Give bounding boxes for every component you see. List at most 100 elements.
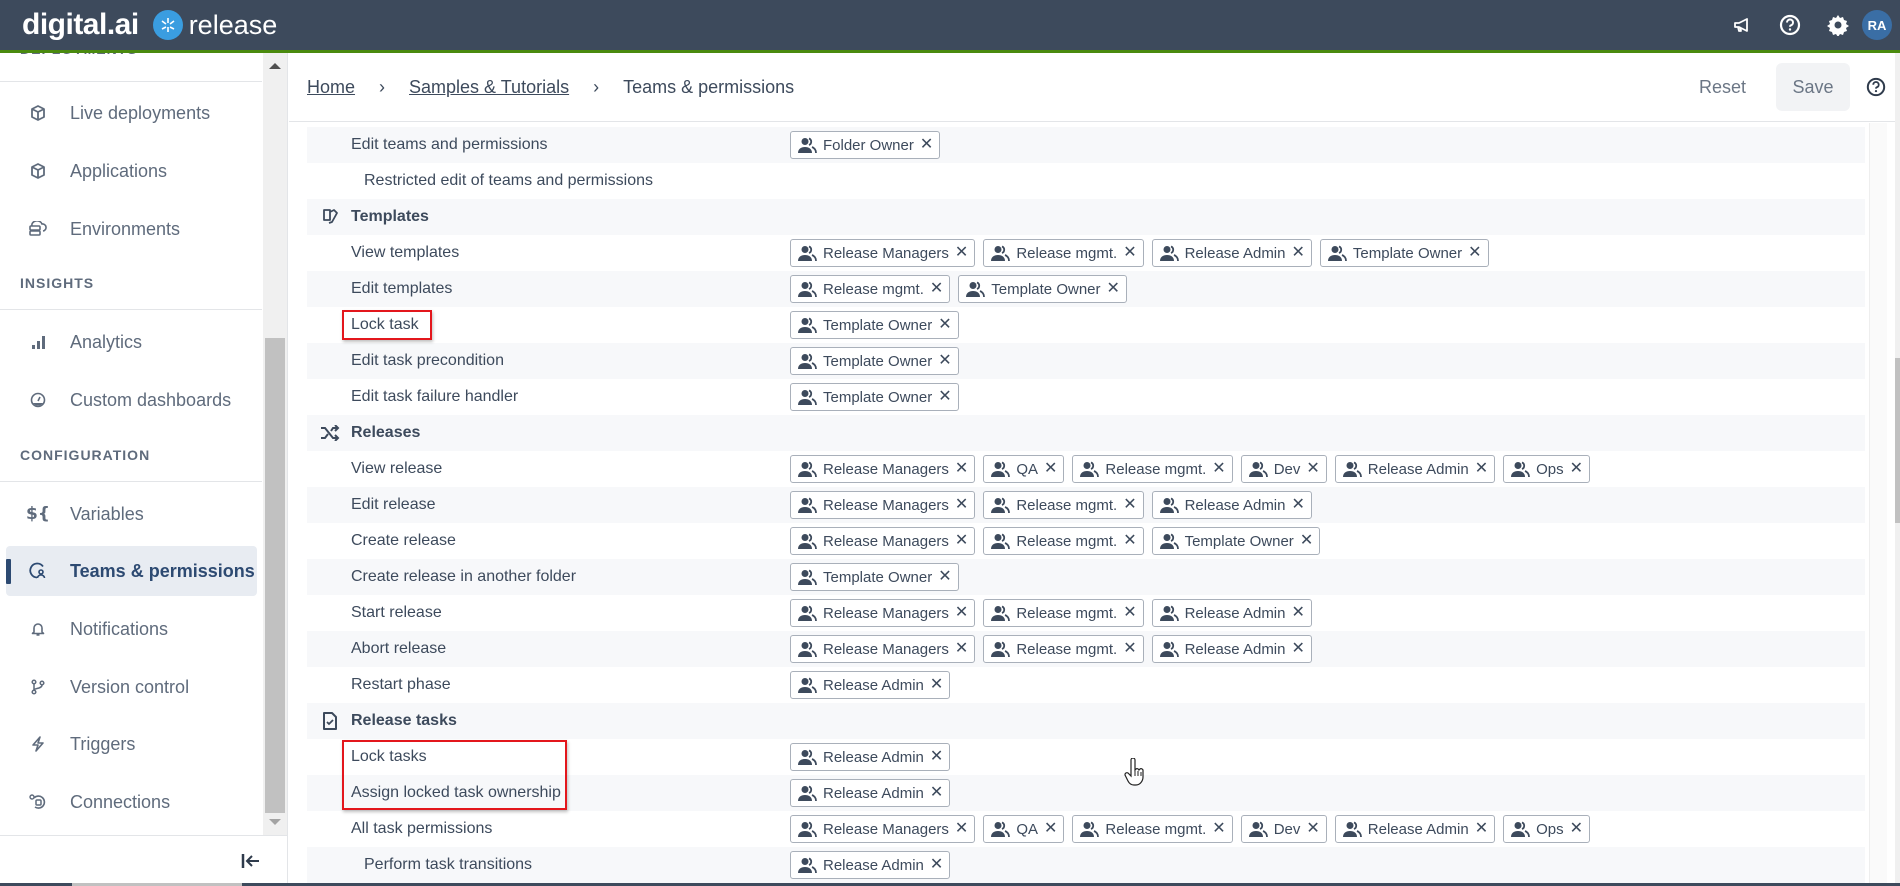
remove-team-icon[interactable]: ✕	[930, 749, 943, 765]
team-chip[interactable]: Release Admin ✕	[1334, 455, 1496, 483]
remove-team-icon[interactable]: ✕	[955, 641, 968, 657]
team-chips[interactable]: Template Owner ✕	[790, 383, 959, 411]
reset-button[interactable]: Reset	[1679, 63, 1766, 111]
remove-team-icon[interactable]: ✕	[955, 533, 968, 549]
team-chips[interactable]: Release Managers ✕ QA ✕ Release mgmt. ✕ Dev ✕ Re…	[790, 815, 1591, 843]
team-chip[interactable]: Release Managers ✕	[790, 527, 976, 555]
team-chip[interactable]: Release mgmt. ✕	[1072, 815, 1233, 843]
team-chip[interactable]: Release Managers ✕	[790, 815, 976, 843]
sidebar-item-live-deployments[interactable]: Live deployments	[6, 88, 257, 138]
team-chip[interactable]: Release Admin ✕	[790, 743, 951, 771]
team-chip[interactable]: Folder Owner ✕	[790, 131, 941, 159]
team-chips[interactable]: Release Managers ✕ Release mgmt. ✕ Release A…	[790, 635, 1312, 663]
team-chip[interactable]: Release Admin ✕	[790, 671, 951, 699]
help-icon[interactable]	[1766, 0, 1814, 50]
team-chips[interactable]: Template Owner ✕	[790, 563, 959, 591]
remove-team-icon[interactable]: ✕	[955, 497, 968, 513]
team-chip[interactable]: Release Managers ✕	[790, 239, 976, 267]
remove-team-icon[interactable]: ✕	[1306, 821, 1319, 837]
team-chip[interactable]: Release mgmt. ✕	[983, 635, 1144, 663]
team-chip[interactable]: QA ✕	[983, 455, 1065, 483]
remove-team-icon[interactable]: ✕	[930, 785, 943, 801]
scroll-up-arrow-icon[interactable]	[269, 63, 281, 69]
remove-team-icon[interactable]: ✕	[1468, 245, 1481, 261]
team-chips[interactable]: Template Owner ✕	[790, 347, 959, 375]
team-chip[interactable]: Dev ✕	[1240, 815, 1327, 843]
remove-team-icon[interactable]: ✕	[1475, 821, 1488, 837]
scroll-down-arrow-icon[interactable]	[269, 819, 281, 825]
team-chip[interactable]: Template Owner ✕	[958, 275, 1127, 303]
team-chip[interactable]: Release mgmt. ✕	[790, 275, 951, 303]
team-chip[interactable]: Release mgmt. ✕	[1072, 455, 1233, 483]
remove-team-icon[interactable]: ✕	[1044, 821, 1057, 837]
team-chips[interactable]: Release Admin ✕	[790, 779, 951, 807]
remove-team-icon[interactable]: ✕	[1044, 461, 1057, 477]
remove-team-icon[interactable]: ✕	[1292, 605, 1305, 621]
remove-team-icon[interactable]: ✕	[1292, 245, 1305, 261]
team-chips[interactable]: Release Managers ✕ QA ✕ Release mgmt. ✕ Dev ✕ Re…	[790, 455, 1591, 483]
team-chip[interactable]: Template Owner ✕	[790, 563, 959, 591]
team-chip[interactable]: Release Admin ✕	[1151, 491, 1312, 519]
team-chip[interactable]: Release mgmt. ✕	[983, 527, 1144, 555]
user-avatar[interactable]: RA	[1862, 10, 1892, 40]
content-scrollbar[interactable]	[1869, 123, 1887, 886]
remove-team-icon[interactable]: ✕	[938, 353, 951, 369]
app-logo[interactable]: digital.ai release	[22, 5, 277, 45]
remove-team-icon[interactable]: ✕	[1306, 461, 1319, 477]
team-chip[interactable]: Release mgmt. ✕	[983, 491, 1144, 519]
team-chip[interactable]: Release Admin ✕	[1151, 635, 1312, 663]
sidebar-item-connections[interactable]: Connections	[6, 777, 257, 827]
remove-team-icon[interactable]: ✕	[1123, 245, 1136, 261]
remove-team-icon[interactable]: ✕	[920, 137, 933, 153]
sidebar-item-notifications[interactable]: Notifications	[6, 604, 257, 654]
team-chip[interactable]: Release Managers ✕	[790, 635, 976, 663]
remove-team-icon[interactable]: ✕	[1292, 641, 1305, 657]
team-chip[interactable]: Template Owner ✕	[790, 383, 959, 411]
team-chips[interactable]: Release Managers ✕ Release mgmt. ✕ Template …	[790, 527, 1321, 555]
remove-team-icon[interactable]: ✕	[1123, 605, 1136, 621]
team-chip[interactable]: Ops ✕	[1503, 815, 1591, 843]
remove-team-icon[interactable]: ✕	[1475, 461, 1488, 477]
team-chips[interactable]: Release Admin ✕	[790, 851, 951, 879]
remove-team-icon[interactable]: ✕	[1300, 533, 1313, 549]
remove-team-icon[interactable]: ✕	[938, 317, 951, 333]
team-chip[interactable]: QA ✕	[983, 815, 1065, 843]
team-chip[interactable]: Release Managers ✕	[790, 455, 976, 483]
sidebar-item-triggers[interactable]: Triggers	[6, 719, 257, 769]
team-chips[interactable]: Release Managers ✕ Release mgmt. ✕ Release A…	[790, 491, 1312, 519]
team-chips[interactable]: Template Owner ✕	[790, 311, 959, 339]
remove-team-icon[interactable]: ✕	[1123, 533, 1136, 549]
sidebar-item-teams-permissions[interactable]: Teams & permissions	[6, 546, 257, 596]
announcement-icon[interactable]	[1718, 0, 1766, 50]
remove-team-icon[interactable]: ✕	[955, 245, 968, 261]
team-chip[interactable]: Release Admin ✕	[1334, 815, 1496, 843]
scrollbar-thumb[interactable]	[265, 338, 285, 813]
sidebar-item-version-control[interactable]: Version control	[6, 662, 257, 712]
sidebar-item-environments[interactable]: Environments	[6, 204, 257, 254]
collapse-sidebar-button[interactable]	[239, 850, 263, 872]
team-chip[interactable]: Release Admin ✕	[790, 779, 951, 807]
save-button[interactable]: Save	[1776, 63, 1850, 111]
team-chip[interactable]: Release mgmt. ✕	[983, 599, 1144, 627]
team-chip[interactable]: Release mgmt. ✕	[983, 239, 1144, 267]
team-chip[interactable]: Template Owner ✕	[1151, 527, 1321, 555]
remove-team-icon[interactable]: ✕	[1123, 497, 1136, 513]
remove-team-icon[interactable]: ✕	[938, 389, 951, 405]
sidebar-item-custom-dashboards[interactable]: Custom dashboards	[6, 375, 257, 425]
team-chip[interactable]: Ops ✕	[1503, 455, 1591, 483]
remove-team-icon[interactable]: ✕	[955, 821, 968, 837]
remove-team-icon[interactable]: ✕	[1570, 461, 1583, 477]
team-chips[interactable]: Release Managers ✕ Release mgmt. ✕ Release A…	[790, 599, 1312, 627]
sidebar-item-applications[interactable]: Applications	[6, 146, 257, 196]
team-chip[interactable]: Template Owner ✕	[1319, 239, 1489, 267]
breadcrumb-home[interactable]: Home	[307, 77, 355, 98]
remove-team-icon[interactable]: ✕	[955, 605, 968, 621]
team-chip[interactable]: Dev ✕	[1240, 455, 1327, 483]
remove-team-icon[interactable]: ✕	[1292, 497, 1305, 513]
sidebar-item-analytics[interactable]: Analytics	[6, 317, 257, 367]
team-chips[interactable]: Release Managers ✕ Release mgmt. ✕ Release A…	[790, 239, 1489, 267]
team-chips[interactable]: Release Admin ✕	[790, 671, 951, 699]
sidebar-scrollbar[interactable]	[263, 53, 287, 835]
page-scrollbar[interactable]	[1895, 53, 1900, 886]
breadcrumb-folder[interactable]: Samples & Tutorials	[409, 77, 569, 98]
